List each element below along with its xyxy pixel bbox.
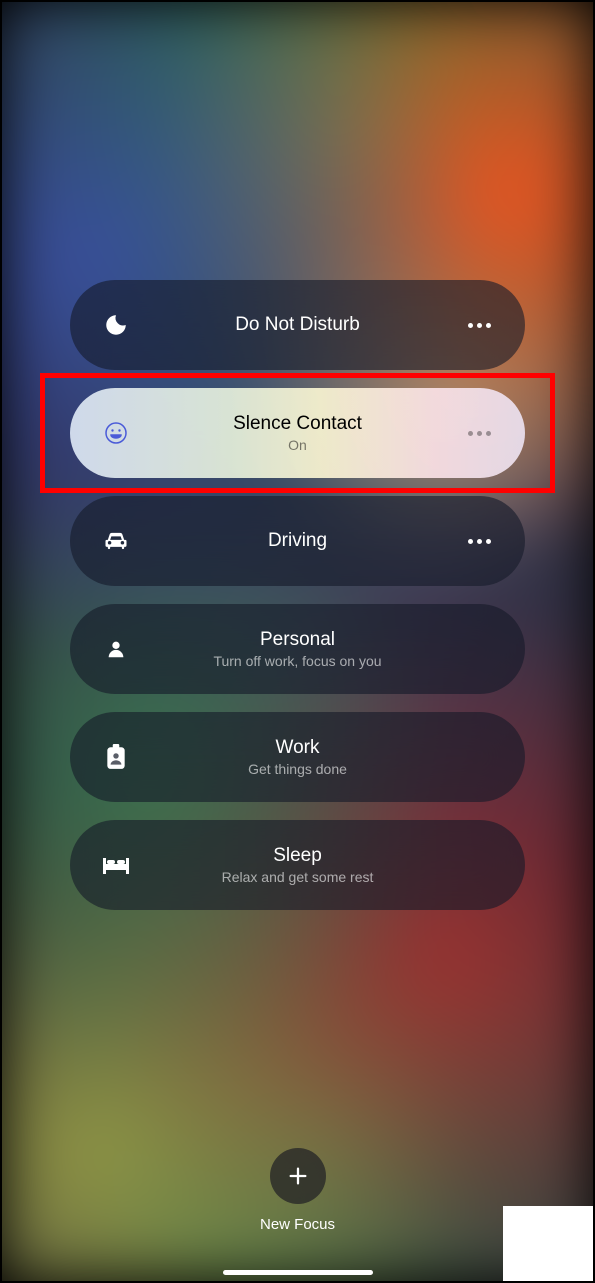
ellipsis-icon [468, 539, 491, 544]
plus-icon [287, 1165, 309, 1187]
focus-text: Driving [132, 530, 463, 553]
focus-text: Work Get things done [132, 737, 463, 778]
more-button[interactable] [463, 309, 495, 341]
focus-item-sleep[interactable]: Sleep Relax and get some rest [70, 820, 525, 910]
new-focus-label: New Focus [260, 1216, 335, 1233]
moon-icon [100, 309, 132, 341]
focus-subtitle: On [288, 437, 307, 453]
car-icon [100, 525, 132, 557]
focus-item-personal[interactable]: Personal Turn off work, focus on you [70, 604, 525, 694]
focus-title: Driving [268, 530, 327, 553]
add-focus-button[interactable] [270, 1148, 326, 1204]
emoji-grin-icon [100, 417, 132, 449]
white-patch [503, 1206, 593, 1281]
focus-text: Personal Turn off work, focus on you [132, 629, 463, 670]
badge-icon [100, 741, 132, 773]
focus-text: Sleep Relax and get some rest [132, 845, 463, 886]
focus-subtitle: Relax and get some rest [222, 869, 374, 885]
focus-item-work[interactable]: Work Get things done [70, 712, 525, 802]
person-icon [100, 633, 132, 665]
focus-title: Sleep [273, 845, 322, 868]
ellipsis-icon [468, 323, 491, 328]
focus-text: Slence Contact On [132, 413, 463, 454]
focus-title: Do Not Disturb [235, 314, 360, 337]
focus-subtitle: Turn off work, focus on you [213, 653, 381, 669]
focus-subtitle: Get things done [248, 761, 347, 777]
focus-item-silence-contact[interactable]: Slence Contact On [70, 388, 525, 478]
focus-text: Do Not Disturb [132, 314, 463, 337]
home-indicator[interactable] [223, 1270, 373, 1275]
more-button[interactable] [463, 525, 495, 557]
more-button[interactable] [463, 417, 495, 449]
focus-title: Personal [260, 629, 335, 652]
focus-title: Slence Contact [233, 413, 362, 436]
bed-icon [100, 849, 132, 881]
focus-item-dnd[interactable]: Do Not Disturb [70, 280, 525, 370]
focus-title: Work [276, 737, 320, 760]
focus-item-driving[interactable]: Driving [70, 496, 525, 586]
focus-modes-list: Do Not Disturb Slence Contact On [0, 0, 595, 910]
ellipsis-icon [468, 431, 491, 436]
